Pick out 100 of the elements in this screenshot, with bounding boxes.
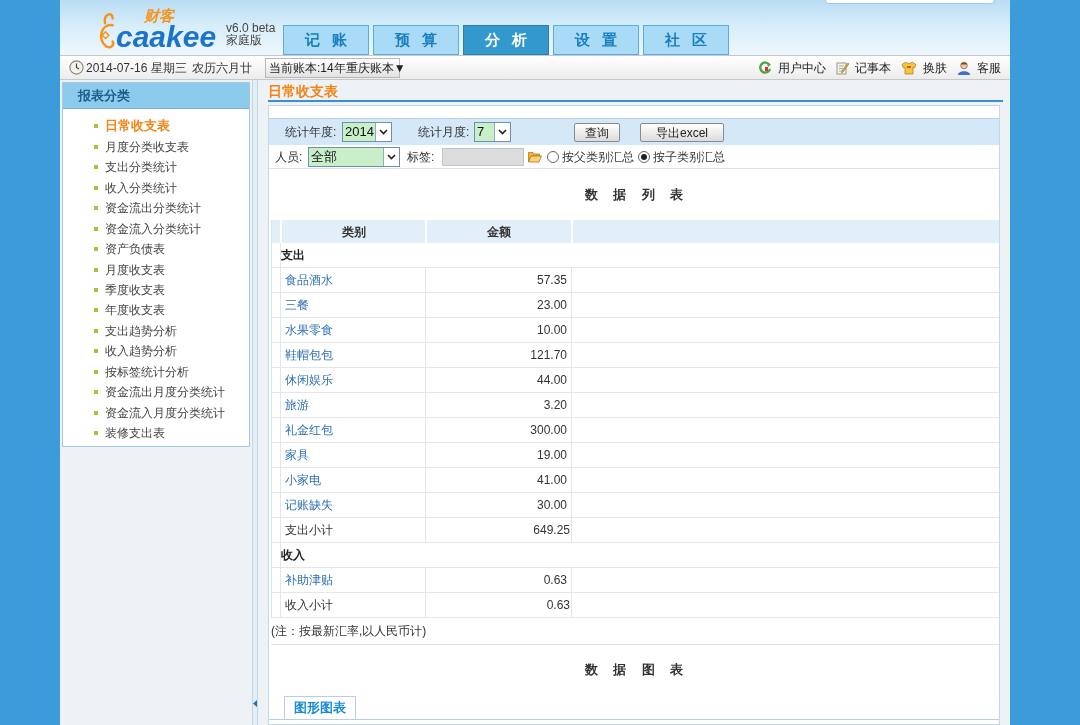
header-link[interactable]: 用户中心 [759, 58, 826, 77]
chart-tab[interactable]: 图形图表 [284, 696, 356, 719]
bullet-icon [94, 288, 98, 292]
table-cell: 121.70 [426, 343, 572, 367]
table-cell: 649.25 [426, 518, 572, 542]
radio-option[interactable]: 按父类别汇总 [547, 147, 634, 166]
circular-arrow-icon [759, 61, 772, 74]
month-label: 统计月度: [418, 124, 471, 141]
sidebar-item[interactable]: 季度收支表 [105, 281, 165, 299]
bullet-icon [94, 124, 98, 129]
sidebar-item[interactable]: 装修支出表 [105, 424, 165, 443]
bullet-icon [94, 431, 98, 436]
chevron-down-icon [379, 129, 388, 135]
category-link[interactable]: 鞋帽包包 [285, 346, 333, 364]
report-title: 日常收支表 [268, 83, 338, 99]
chevron-down-icon [498, 129, 507, 135]
category-link[interactable]: 食品酒水 [285, 271, 333, 289]
person-icon [957, 60, 971, 75]
sidebar-item[interactable]: 资金流入分类统计 [105, 219, 201, 238]
table-cell: 41.00 [426, 468, 572, 492]
category-link[interactable]: 家具 [285, 446, 309, 464]
radio-option[interactable]: 按子类别汇总 [638, 147, 725, 166]
bullet-icon [94, 144, 98, 149]
chevron-down-icon [387, 153, 396, 160]
radio-icon[interactable] [547, 150, 559, 163]
sidebar-item[interactable]: 支出趋势分析 [105, 321, 177, 340]
person-label: 人员: [275, 148, 304, 166]
table-cell: 30.00 [426, 493, 572, 517]
section-heading: 数 据 列 表 [584, 185, 684, 204]
table-cell: 300.00 [426, 418, 572, 442]
sidebar-item[interactable]: 年度收支表 [105, 301, 165, 320]
collapse-arrow-icon [253, 700, 257, 707]
query-button[interactable]: 查询 [574, 122, 620, 142]
table-cell: 收入小计 [281, 593, 426, 617]
clock-icon [69, 60, 84, 75]
bullet-icon [94, 369, 98, 374]
table-cell: 10.00 [426, 318, 572, 342]
bullet-icon [94, 206, 98, 211]
sidebar-item[interactable]: 按标签统计分析 [105, 362, 189, 381]
person-select[interactable]: 全部 [308, 146, 400, 167]
edition-label: 家庭版 [226, 34, 263, 46]
category-link[interactable]: 记账缺失 [285, 496, 333, 514]
sidebar-item[interactable]: 月度分类收支表 [105, 137, 189, 156]
column-header: 类别 [282, 220, 427, 243]
folder-icon[interactable] [528, 150, 542, 163]
shirt-icon [901, 60, 917, 75]
header-link[interactable]: 记事本 [836, 58, 891, 77]
table-cell: 19.00 [426, 443, 572, 467]
version-label: v6.0 beta [226, 22, 277, 34]
collapse-handle[interactable] [252, 80, 258, 725]
table-cell: 3.20 [426, 393, 572, 417]
notepad-icon [836, 60, 849, 75]
export-button[interactable]: 导出excel [640, 122, 724, 142]
month-select[interactable]: 7 [474, 122, 511, 142]
category-link[interactable]: 补助津贴 [285, 571, 333, 589]
bullet-icon [94, 185, 98, 190]
sidebar-item[interactable]: 资金流入月度分类统计 [105, 403, 225, 422]
category-link[interactable]: 三餐 [285, 296, 309, 314]
category-link[interactable]: 休闲娱乐 [285, 371, 333, 389]
section-heading: 数 据 图 表 [584, 661, 684, 680]
tag-label: 标签: [407, 148, 436, 166]
category-link[interactable]: 礼金红包 [285, 421, 333, 439]
table-cell: 23.00 [426, 293, 572, 317]
year-label: 统计年度: [285, 124, 338, 141]
logo-wordmark: caakee [116, 24, 218, 50]
bullet-icon [94, 226, 98, 231]
bullet-icon [94, 410, 98, 415]
bullet-icon [94, 328, 98, 333]
sidebar-item[interactable]: 资金流出分类统计 [105, 199, 201, 218]
radio-icon[interactable] [638, 150, 650, 163]
lunar-date-text: 农历六月廿 [191, 59, 252, 77]
table-cell: 44.00 [426, 368, 572, 392]
table-cell: 支出小计 [281, 518, 426, 542]
date-text: 2014-07-16 星期三 [86, 59, 187, 77]
category-link[interactable]: 小家电 [285, 471, 321, 489]
sidebar-item[interactable]: 收入分类统计 [105, 178, 177, 197]
sidebar-item[interactable]: 支出分类统计 [105, 158, 177, 177]
bullet-icon [94, 308, 98, 313]
section-row-label: 支出 [281, 247, 305, 264]
table-cell: 0.63 [426, 568, 572, 592]
logo-mark: 财客 [144, 8, 175, 24]
bullet-icon [94, 247, 98, 252]
bullet-icon [94, 165, 98, 170]
bullet-icon [94, 390, 98, 395]
sidebar-title: 报表分类 [63, 83, 249, 109]
header-link[interactable]: 客服 [957, 58, 1001, 77]
column-header: 金额 [427, 220, 573, 243]
sidebar-item[interactable]: 资金流出月度分类统计 [105, 383, 225, 402]
sidebar-item[interactable]: 资产负债表 [105, 240, 165, 259]
table-cell: 0.63 [426, 593, 572, 617]
table-cell: 57.35 [426, 268, 572, 292]
header-link[interactable]: 换肤 [901, 58, 947, 77]
category-link[interactable]: 水果零食 [285, 321, 333, 339]
category-link[interactable]: 旅游 [285, 396, 309, 414]
bullet-icon [94, 267, 98, 272]
bullet-icon [94, 349, 98, 354]
footnote: (注：按最新汇率,以人民币计) [271, 623, 427, 640]
year-select[interactable]: 2014 [342, 122, 392, 142]
sidebar-item[interactable]: 收入趋势分析 [105, 342, 177, 361]
sidebar-item[interactable]: 月度收支表 [105, 260, 165, 279]
